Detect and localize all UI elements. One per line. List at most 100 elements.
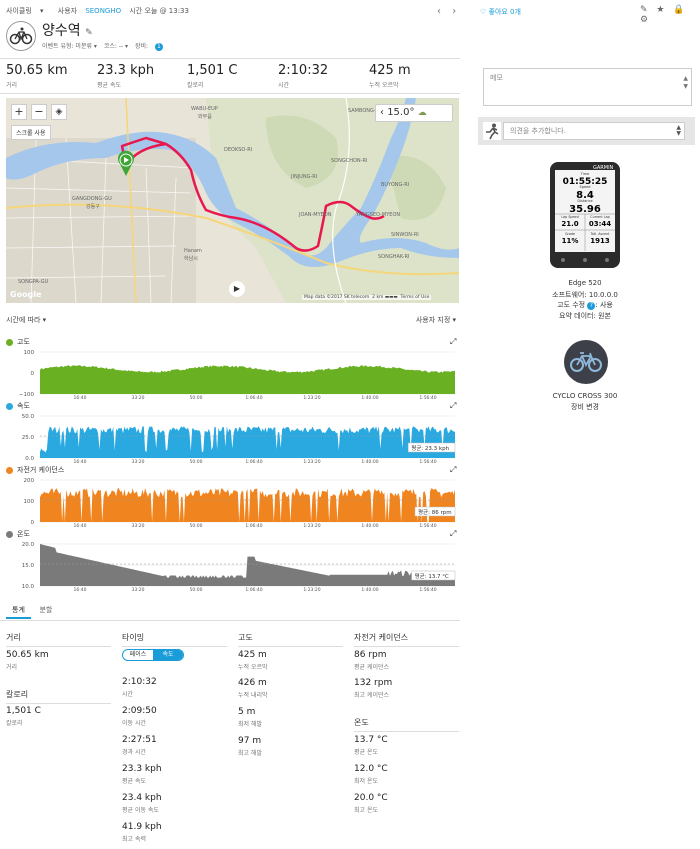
stat-item: 12.0 °C 최저 온도 xyxy=(354,764,388,785)
y-tick-label: 0 xyxy=(31,371,35,377)
summary-stat: 1,501 C 칼로리 xyxy=(187,63,238,89)
gear-icon[interactable]: ⚙ xyxy=(640,15,648,25)
zoom-in-button[interactable]: + xyxy=(11,104,27,120)
y-tick-label: 100 xyxy=(24,350,35,356)
map-place-label: JOAN-MYEON xyxy=(298,212,332,218)
map-place-label: 하남시 xyxy=(184,255,198,262)
device-software: 소프트웨어: 10.0.0.0 xyxy=(552,291,618,299)
x-tick-label: 1:23:20 xyxy=(303,523,320,528)
comment-input[interactable]: 의견을 추가합니다. ▲ ▼ xyxy=(503,122,685,140)
customize-charts-select[interactable]: 사용자 지정 ▾ xyxy=(416,315,456,325)
play-replay-button[interactable]: ▶ xyxy=(229,281,245,297)
divider xyxy=(0,93,460,94)
breadcrumb: 사이클링 ▾ 사용자 SEONGHO 시간 오늘 @ 13:33 xyxy=(6,6,201,16)
svg-text:Speed: Speed xyxy=(580,185,591,189)
pencil-icon[interactable]: ✎ xyxy=(85,28,93,38)
summary-stat: 23.3 kph 평균 속도 xyxy=(97,63,155,89)
route-map[interactable]: WABU-EUP 와부읍 GANGDONG-GU 강동구 Hanam 하남시 SONGPA-… xyxy=(6,98,459,303)
course-select[interactable]: 코스: -- ▾ xyxy=(104,43,128,50)
help-icon[interactable]: ? xyxy=(587,302,596,310)
stats-header-cadence: 자전거 케이던스 xyxy=(354,632,459,647)
layers-icon[interactable]: ◈ xyxy=(51,104,67,120)
stats-header-temperature: 온도 xyxy=(354,717,459,732)
scroll-toggle-button[interactable]: 스크롤 사용 xyxy=(11,125,51,140)
activity-meta: 이벤트 유형: 미분류 ▾ 코스: -- ▾ 장비: 1 xyxy=(42,41,173,51)
like-button[interactable]: ♡ 좋아요 0개 xyxy=(480,7,521,17)
svg-text:Totl. Ascent: Totl. Ascent xyxy=(590,232,611,236)
bike-gear-icon xyxy=(564,340,608,384)
y-tick-label: 200 xyxy=(24,478,35,484)
stat-item: 2:10:32 시간 xyxy=(122,677,157,698)
x-tick-label: 1:23:20 xyxy=(303,587,320,592)
x-tick-label: 33:20 xyxy=(132,395,145,400)
tab-stats[interactable]: 통계 xyxy=(6,603,31,619)
x-tick-label: 50:00 xyxy=(190,395,203,400)
x-tick-label: 33:20 xyxy=(132,459,145,464)
stats-header-timing: 타이밍 xyxy=(122,632,227,647)
chart-title-cadence: 자전거 케이던스 xyxy=(6,465,64,475)
expand-icon[interactable]: ⤢ xyxy=(450,337,456,347)
user-link[interactable]: SEONGHO xyxy=(85,7,121,15)
x-tick-label: 1:56:40 xyxy=(419,459,436,464)
x-tick-label: 33:20 xyxy=(132,587,145,592)
x-tick-label: 16:40 xyxy=(74,459,87,464)
map-place-label: SONGHAK-RI xyxy=(378,254,409,260)
y-tick-label: 100 xyxy=(24,499,35,505)
x-tick-label: 1:06:40 xyxy=(245,523,262,528)
x-tick-label: 1:40:00 xyxy=(361,459,378,464)
zoom-out-button[interactable]: − xyxy=(31,104,47,120)
stats-header-elevation: 고도 xyxy=(238,632,343,647)
memo-textarea[interactable]: 메모 ▲ ▼ xyxy=(483,68,692,106)
chart-title-speed: 속도 xyxy=(6,401,30,411)
edit-icon[interactable]: ✎ xyxy=(640,5,648,15)
map-place-label: Hanam xyxy=(184,248,202,254)
x-tick-label: 1:40:00 xyxy=(361,395,378,400)
svg-text:Time: Time xyxy=(580,172,590,176)
next-activity-button[interactable]: › xyxy=(452,6,456,17)
weather-widget[interactable]: ‹ 15.0° ☁ xyxy=(375,104,453,122)
gear-field[interactable]: 장비: 1 xyxy=(135,43,168,51)
lock-icon[interactable]: 🔒 xyxy=(673,5,684,15)
series-area xyxy=(40,365,455,394)
device-brand: GARMIN xyxy=(593,165,614,171)
series-area xyxy=(40,426,455,458)
activity-type-icon xyxy=(6,21,36,51)
average-label: 평균: 86 rpm xyxy=(414,506,456,517)
x-tick-label: 1:56:40 xyxy=(419,395,436,400)
toolbar: ✎ ★ 🔒 ⚙ xyxy=(634,5,700,25)
elevation-chart: 100 0 −100 16:40 33:20 50:00 1:06:40 1:23:20 1:4… xyxy=(19,350,455,400)
expand-icon[interactable]: ⤢ xyxy=(450,529,456,539)
x-axis-mode-select[interactable]: 시간에 따라 ▾ xyxy=(6,316,46,324)
x-tick-label: 1:06:40 xyxy=(245,459,262,464)
star-icon[interactable]: ★ xyxy=(656,5,664,15)
event-type-select[interactable]: 이벤트 유형: 미분류 ▾ xyxy=(42,43,97,50)
series-area xyxy=(40,488,455,522)
y-tick-label: 20.0 xyxy=(22,542,35,548)
x-tick-label: 33:20 xyxy=(132,523,145,528)
scroll-arrows-icon: ▲ ▼ xyxy=(683,75,688,90)
stats-header-calories: 칼로리 xyxy=(6,689,111,704)
svg-text:Distance: Distance xyxy=(577,199,592,203)
speed-toggle-button[interactable]: 속도 xyxy=(153,650,183,660)
stat-item: 13.7 °C 평균 온도 xyxy=(354,735,388,756)
terms-link[interactable]: Terms of Use xyxy=(401,295,430,300)
map-attribution: Map data ©2017 SK telecom 2 km ▬▬▬ Terms… xyxy=(302,295,432,300)
activity-title[interactable]: 양수역 ✎ xyxy=(42,20,93,40)
x-tick-label: 50:00 xyxy=(190,587,203,592)
average-value: 평균: 86 rpm xyxy=(418,509,452,516)
source-data: 요약 데이터: 원본 xyxy=(559,312,611,320)
bike-name: CYCLO CROSS 300 xyxy=(552,392,618,400)
altitude-correction: 고도 수정 ?: 사용 xyxy=(557,301,613,310)
change-gear-link[interactable]: 장비 변경 xyxy=(485,402,685,412)
map-place-label: BUYONG-RI xyxy=(381,182,409,188)
expand-icon[interactable]: ⤢ xyxy=(450,465,456,475)
pace-toggle-button[interactable]: 페이스 xyxy=(123,650,153,660)
expand-icon[interactable]: ⤢ xyxy=(450,401,456,411)
activity-type[interactable]: 사이클링 ▾ xyxy=(6,7,50,15)
speed-chart: 50.0 25.0 0.0 16:40 33:20 50:00 1:06:40 1:23:20… xyxy=(22,414,456,464)
stat-item: 1,501 C 칼로리 xyxy=(6,706,41,727)
map-place-label: YANGSEO-MYEON xyxy=(355,212,400,218)
prev-activity-button[interactable]: ‹ xyxy=(437,6,441,17)
svg-text:Grade: Grade xyxy=(565,232,575,236)
tab-splits[interactable]: 분할 xyxy=(33,603,58,617)
